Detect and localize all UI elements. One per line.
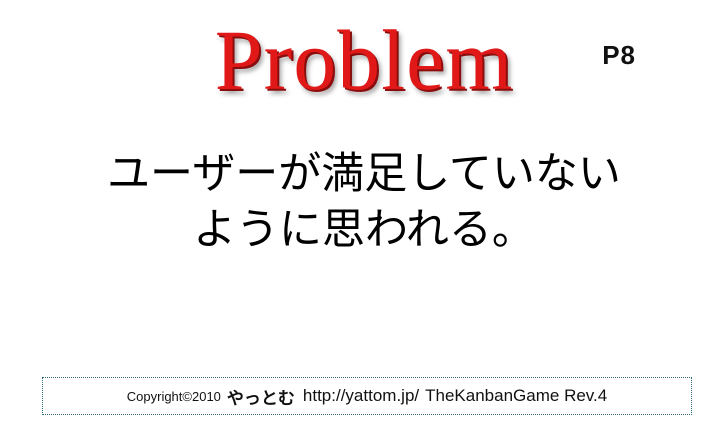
footer-box: Copyright©2010 やっとむ http://yattom.jp/ Th… [42, 377, 692, 415]
main-text-line-2: ように思われる。 [193, 205, 535, 255]
copyright-text: Copyright©2010 [126, 388, 221, 404]
author-url: http://yattom.jp/ [302, 386, 420, 405]
main-text: ユーザーが満足していない ように思われる。 [0, 146, 728, 258]
main-text-line-1: ユーザーが満足していない [107, 149, 621, 199]
author-name: やっとむ [226, 388, 295, 409]
game-name: TheKanbanGame Rev.4 [425, 386, 608, 405]
page-number: P8 [602, 40, 636, 70]
